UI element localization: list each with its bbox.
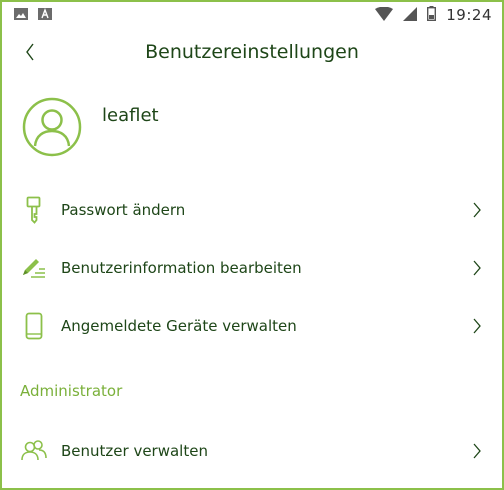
wifi-icon xyxy=(375,6,394,25)
key-icon xyxy=(20,196,48,224)
users-icon xyxy=(20,437,48,465)
menu-item-label: Benutzerinformation bearbeiten xyxy=(61,259,302,277)
menu-item-label: Benutzer verwalten xyxy=(61,442,208,460)
edit-icon xyxy=(20,254,48,282)
username: leaflet xyxy=(102,105,159,126)
menu-item-change-password[interactable]: Passwort ändern xyxy=(2,188,502,232)
menu-item-manage-devices[interactable]: Angemeldete Geräte verwalten xyxy=(2,304,502,348)
chevron-right-icon xyxy=(470,316,484,336)
user-avatar-icon xyxy=(22,97,82,157)
status-bar: 19:24 xyxy=(2,2,502,28)
menu-item-label: Passwort ändern xyxy=(61,201,186,219)
chevron-right-icon xyxy=(470,441,484,461)
phone-icon xyxy=(20,312,48,340)
user-profile: leaflet xyxy=(22,97,159,157)
chevron-right-icon xyxy=(470,200,484,220)
menu-item-manage-users[interactable]: Benutzer verwalten xyxy=(2,429,502,473)
image-icon xyxy=(14,6,28,25)
font-icon xyxy=(38,6,52,25)
signal-icon xyxy=(403,6,418,25)
chevron-right-icon xyxy=(470,258,484,278)
page-title: Benutzereinstellungen xyxy=(145,41,359,63)
clock: 19:24 xyxy=(446,6,492,24)
app-header: Benutzereinstellungen xyxy=(2,34,502,74)
section-title-administrator: Administrator xyxy=(20,382,123,400)
menu-item-edit-user-info[interactable]: Benutzerinformation bearbeiten xyxy=(2,246,502,290)
menu-item-label: Angemeldete Geräte verwalten xyxy=(61,317,297,335)
battery-icon xyxy=(427,5,437,25)
